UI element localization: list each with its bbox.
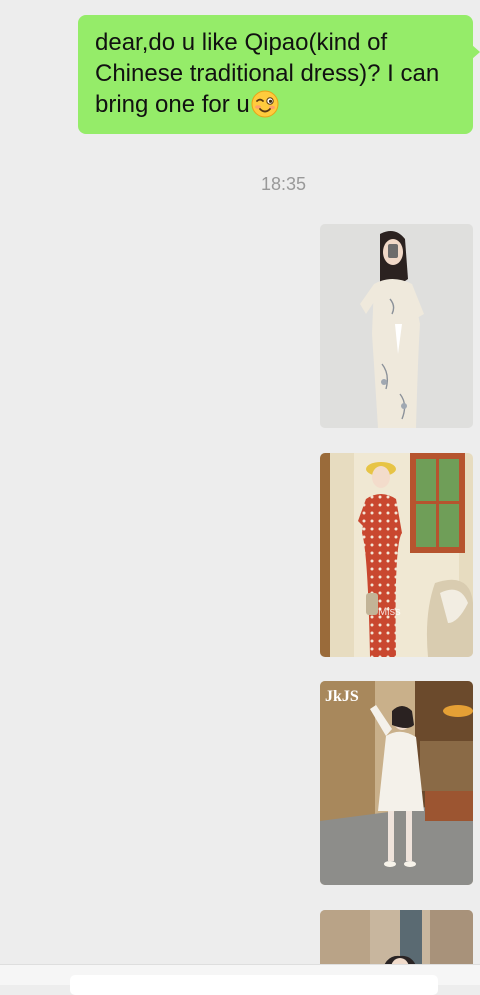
message-input[interactable]	[70, 975, 438, 995]
message-timestamp: 18:35	[260, 174, 307, 194]
sent-message-bubble[interactable]: dear,do u like Qipao(kind of Chinese tra…	[78, 15, 480, 134]
svg-text:Miss: Miss	[378, 606, 401, 618]
chat-input-bar	[0, 964, 480, 995]
qipao-photo-white-short[interactable]: JkJS	[320, 681, 473, 885]
qipao-photo-white-floral[interactable]	[320, 224, 473, 428]
photo-watermark: JkJS	[325, 688, 359, 705]
smiling-winking-face-icon	[251, 90, 279, 118]
qipao-photo-red-polka-dot[interactable]: Miss	[320, 453, 473, 657]
